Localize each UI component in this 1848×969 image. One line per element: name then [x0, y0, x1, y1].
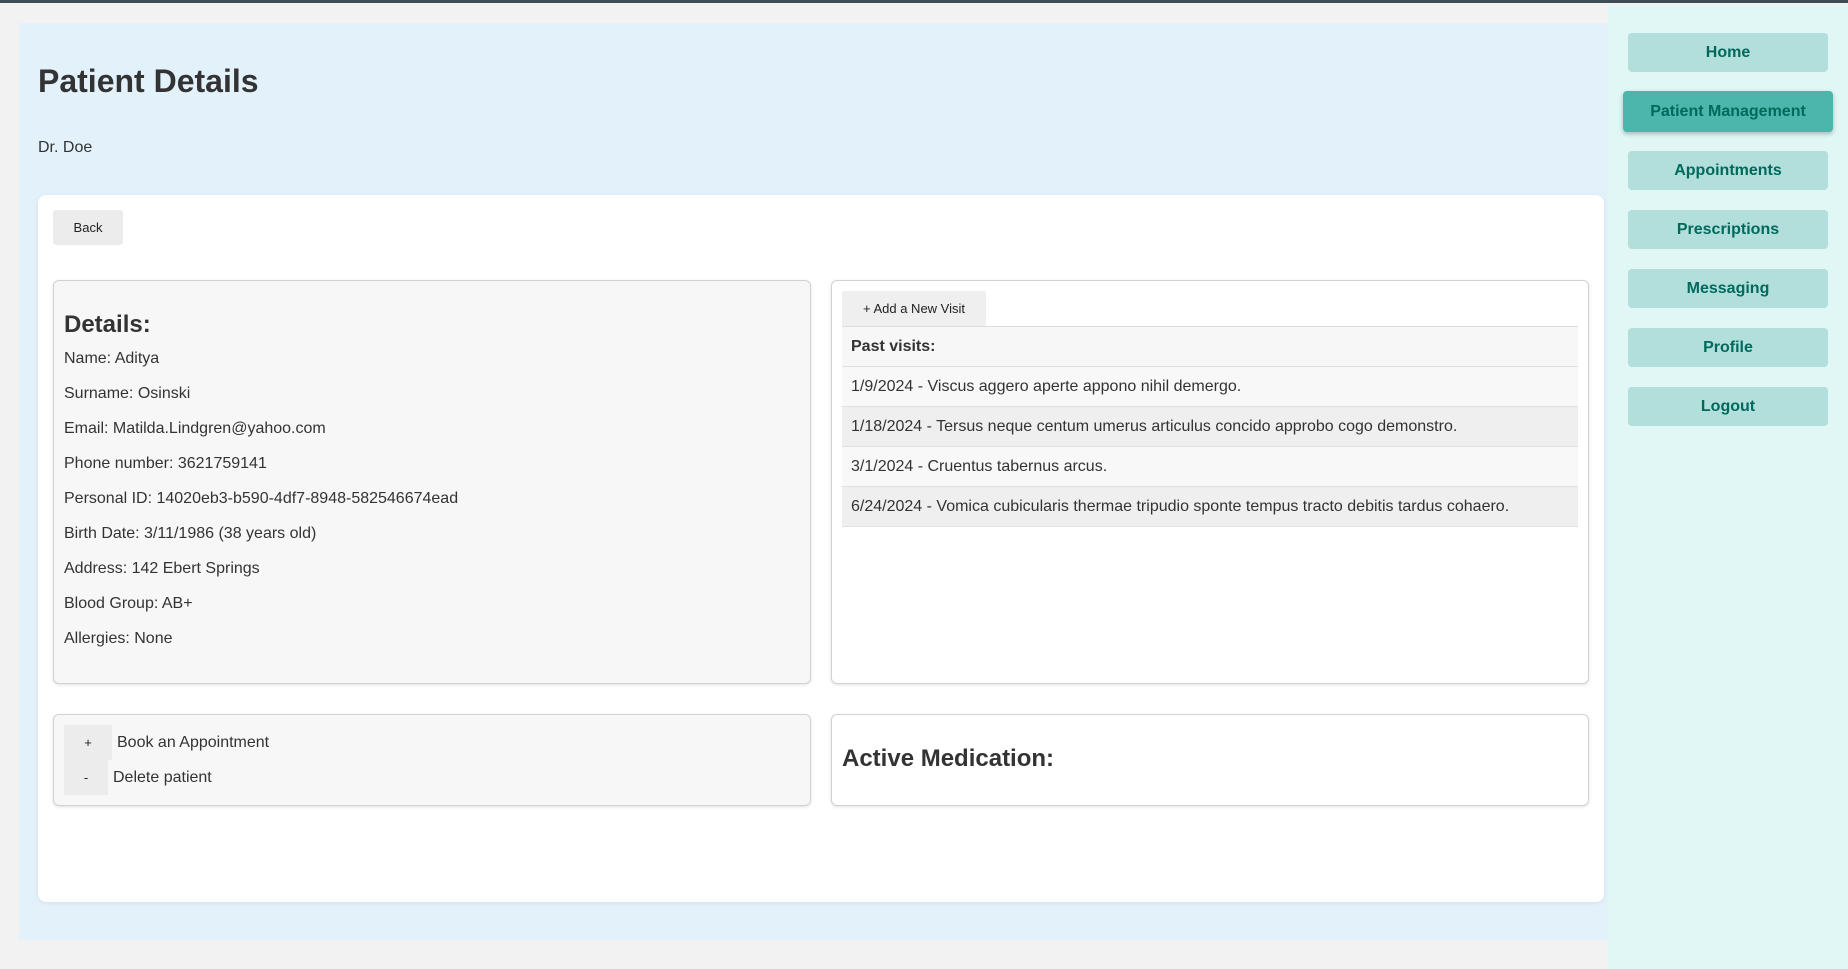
delete-patient-label: Delete patient [113, 768, 212, 786]
page-title: Patient Details [38, 63, 259, 99]
sidebar-item-patient-management[interactable]: Patient Management [1623, 91, 1833, 132]
sidebar-item-profile[interactable]: Profile [1628, 328, 1828, 367]
visit-row[interactable]: 3/1/2024 - Cruentus tabernus arcus. [842, 447, 1578, 487]
visit-row[interactable]: 6/24/2024 - Vomica cubicularis thermae t… [842, 487, 1578, 527]
sidebar-item-messaging[interactable]: Messaging [1628, 269, 1828, 308]
visit-row[interactable]: 1/9/2024 - Viscus aggero aperte appono n… [842, 367, 1578, 407]
sidebar-item-appointments[interactable]: Appointments [1628, 151, 1828, 190]
visit-list: 1/9/2024 - Viscus aggero aperte appono n… [842, 367, 1578, 527]
main-content-area: Patient Details Dr. Doe Back Details: Na… [19, 23, 1608, 940]
detail-birth-date: Birth Date: 3/11/1986 (38 years old) [64, 525, 317, 542]
add-visit-button[interactable]: + Add a New Visit [842, 291, 986, 326]
detail-blood-group: Blood Group: AB+ [64, 595, 193, 612]
delete-patient-button[interactable]: - [64, 760, 108, 795]
back-button[interactable]: Back [53, 210, 123, 245]
book-appointment-row: + Book an Appointment [64, 725, 800, 760]
detail-surname: Surname: Osinski [64, 385, 191, 402]
book-appointment-button[interactable]: + [64, 725, 112, 760]
sidebar-item-prescriptions[interactable]: Prescriptions [1628, 210, 1828, 249]
top-border [0, 0, 1848, 3]
detail-personal-id: Personal ID: 14020eb3-b590-4df7-8948-582… [64, 490, 459, 507]
detail-name: Name: Aditya [64, 350, 160, 367]
delete-patient-row: - Delete patient [64, 760, 800, 795]
visit-row[interactable]: 1/18/2024 - Tersus neque centum umerus a… [842, 407, 1578, 447]
sidebar-item-logout[interactable]: Logout [1628, 387, 1828, 426]
visits-header: Past visits: [842, 327, 1578, 367]
patient-card: Back Details: Name: Aditya Surname: Osin… [38, 195, 1604, 902]
sidebar-item-home[interactable]: Home [1628, 33, 1828, 72]
book-appointment-label: Book an Appointment [117, 733, 270, 751]
details-panel: Details: Name: Aditya Surname: Osinski E… [53, 280, 811, 684]
medication-heading: Active Medication: [842, 745, 1055, 772]
detail-email: Email: Matilda.Lindgren@yahoo.com [64, 420, 326, 437]
sidebar-nav: Home Patient Management Appointments Pre… [1608, 5, 1848, 969]
doctor-name: Dr. Doe [38, 139, 93, 156]
actions-panel: + Book an Appointment - Delete patient [53, 714, 811, 806]
visits-table: Past visits: 1/9/2024 - Viscus aggero ap… [842, 326, 1578, 527]
detail-phone: Phone number: 3621759141 [64, 455, 267, 472]
details-heading: Details: [64, 311, 151, 338]
detail-allergies: Allergies: None [64, 630, 173, 647]
medication-panel: Active Medication: [831, 714, 1589, 806]
visits-panel: + Add a New Visit Past visits: 1/9/2024 … [831, 280, 1589, 684]
detail-address: Address: 142 Ebert Springs [64, 560, 260, 577]
